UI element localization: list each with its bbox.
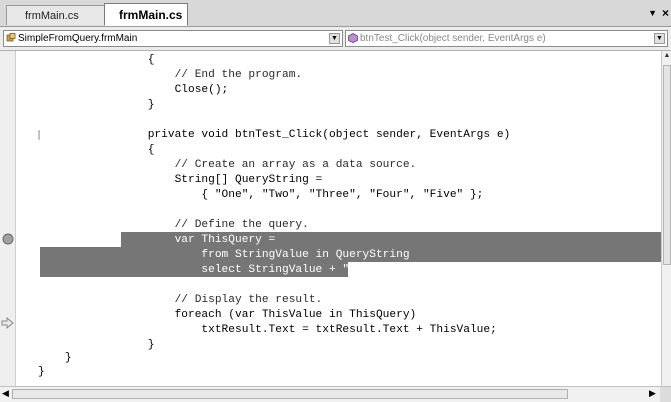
scroll-right-icon[interactable]: ▶	[649, 388, 656, 399]
code-line: // End the program.	[94, 69, 303, 81]
code-line: }	[38, 352, 72, 364]
code-line: }	[38, 366, 45, 378]
scroll-left-icon[interactable]: ◀	[2, 388, 9, 399]
code-line: }	[94, 339, 155, 351]
code-editor[interactable]: { // End the program. Close(); } private…	[0, 51, 661, 386]
horizontal-scrollbar[interactable]: ◀ ▶	[0, 386, 671, 402]
document-tab-strip: frmMain.cs [Design] frmMain.cs ▼ ×	[0, 0, 671, 42]
code-line: from StringValue in QueryString	[94, 249, 410, 261]
code-line: private void btnTest_Click(object sender…	[94, 129, 511, 141]
tab-form-designer[interactable]: frmMain.cs [Design]	[6, 5, 116, 42]
code-line: txtResult.Text = txtResult.Text + ThisVa…	[94, 324, 497, 336]
code-line: Close();	[94, 84, 229, 96]
chevron-down-icon[interactable]: ▼	[654, 33, 665, 44]
class-combo[interactable]: SimpleFromQuery.frmMain ▼	[3, 30, 343, 47]
code-line: {	[94, 144, 155, 156]
scroll-up-icon[interactable]: ▲	[662, 51, 671, 61]
code-text[interactable]: { // End the program. Close(); } private…	[0, 51, 661, 386]
code-line: select StringValue + "\r\n";	[94, 264, 390, 276]
method-icon	[348, 33, 358, 43]
code-line: // Define the query.	[94, 219, 309, 231]
class-combo-value: SimpleFromQuery.frmMain	[18, 33, 138, 44]
code-line: foreach (var ThisValue in ThisQuery)	[94, 309, 417, 321]
code-line: var ThisQuery =	[94, 234, 276, 246]
code-line: { "One", "Two", "Three", "Four", "Five" …	[94, 189, 484, 201]
code-line: // Create an array as a data source.	[94, 159, 417, 171]
vertical-scrollbar[interactable]: ▲	[661, 51, 671, 386]
member-combo[interactable]: btnTest_Click(object sender, EventArgs e…	[345, 30, 668, 47]
tab-label: frmMain.cs	[119, 8, 183, 22]
horizontal-scroll-thumb[interactable]	[12, 389, 568, 399]
member-combo-value: btnTest_Click(object sender, EventArgs e…	[360, 33, 546, 44]
chevron-down-icon[interactable]: ▼	[329, 33, 340, 44]
tab-code-file[interactable]: frmMain.cs	[104, 3, 188, 26]
scrollbar-corner	[660, 387, 671, 402]
close-icon[interactable]: ×	[662, 6, 669, 20]
code-line: }	[94, 99, 155, 111]
dropdown-arrow-icon[interactable]: ▼	[648, 8, 657, 18]
navigation-bar: SimpleFromQuery.frmMain ▼ btnTest_Click(…	[0, 27, 671, 51]
vertical-scroll-thumb[interactable]	[663, 65, 671, 265]
code-editor-window: frmMain.cs [Design] frmMain.cs ▼ × Simpl…	[0, 0, 671, 402]
code-line: {	[94, 54, 155, 66]
code-line: String[] QueryString =	[94, 174, 323, 186]
code-line: // Display the result.	[94, 294, 323, 306]
class-icon	[6, 33, 16, 42]
